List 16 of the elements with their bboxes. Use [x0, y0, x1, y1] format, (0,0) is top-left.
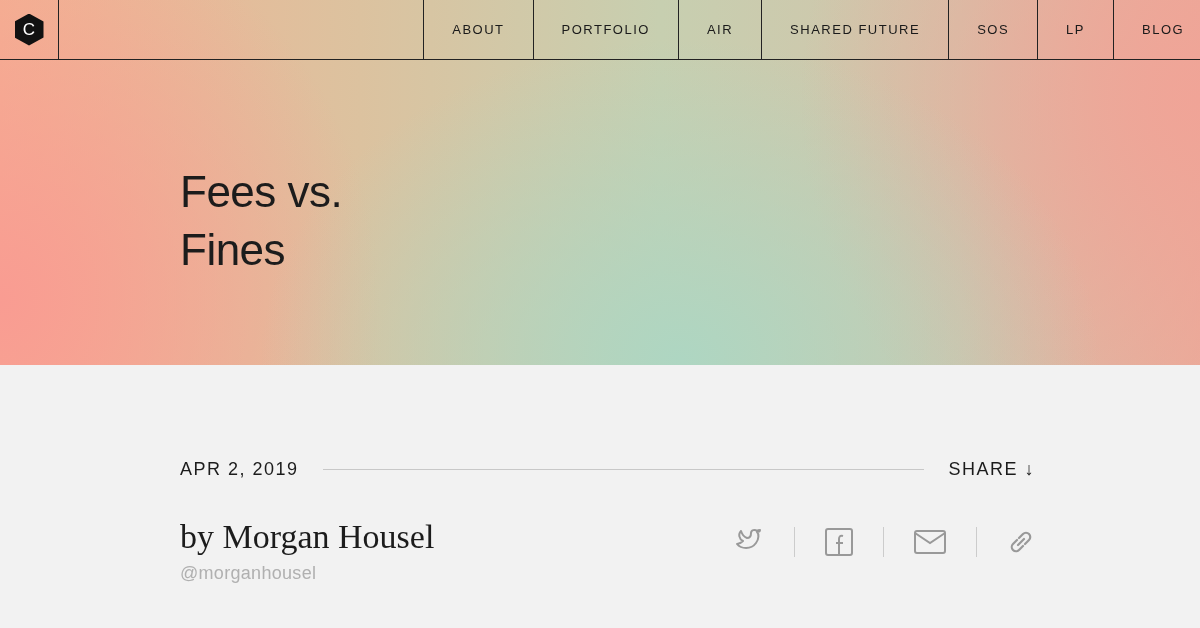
- facebook-icon[interactable]: [825, 528, 853, 556]
- author-handle: @morganhousel: [180, 563, 318, 584]
- nav-link[interactable]: SHARED FUTURE: [761, 0, 949, 59]
- nav-link[interactable]: ABOUT: [423, 0, 533, 59]
- article-title: Fines: [180, 224, 286, 276]
- nav-link[interactable]: AIR: [677, 0, 762, 59]
- article-title: Fees vs.: [180, 166, 343, 218]
- mail-icon[interactable]: [914, 530, 946, 554]
- nav-link[interactable]: PORTFOLIO: [532, 0, 678, 59]
- logo[interactable]: C: [14, 13, 44, 46]
- publish-date: APR 2, 2019: [180, 458, 299, 480]
- nav-link[interactable]: BLOG: [1113, 0, 1200, 59]
- nav-link[interactable]: SOS: [948, 0, 1038, 59]
- share-button[interactable]: SHARE ↓: [948, 458, 1035, 480]
- nav-link[interactable]: LP: [1037, 0, 1113, 59]
- author-byline: by Morgan Housel: [180, 517, 435, 557]
